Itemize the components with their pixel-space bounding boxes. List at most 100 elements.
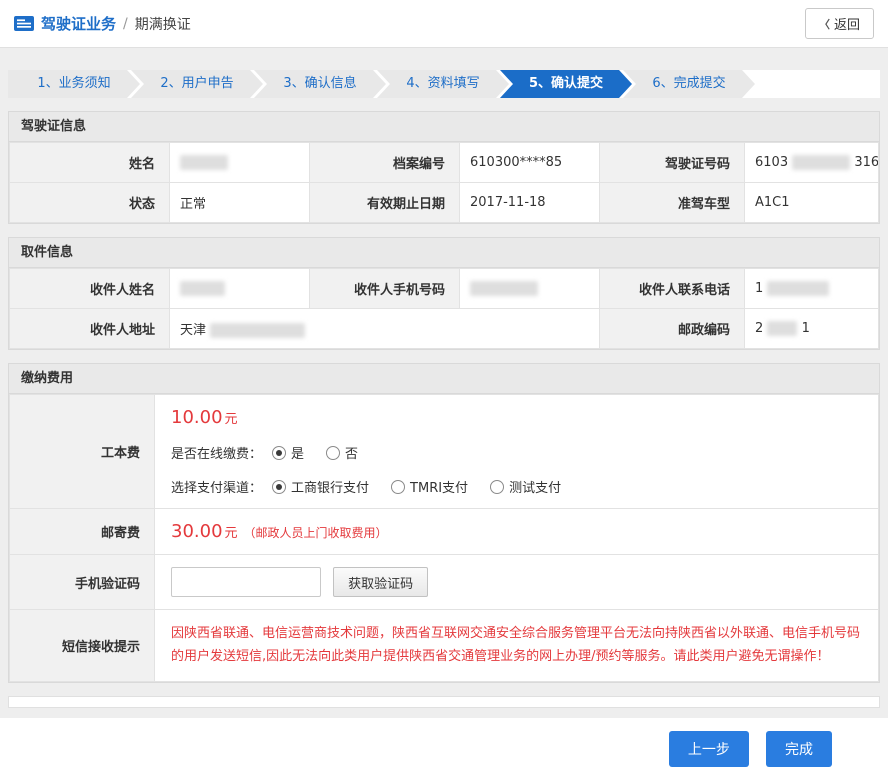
recipient-address-value: 天津 xyxy=(170,309,600,349)
channel-tmri-option[interactable]: TMRI支付 xyxy=(391,477,468,496)
online-pay-question: 是否在线缴费： xyxy=(171,443,262,462)
radio-checked-icon xyxy=(272,480,286,494)
redacted-zip-code xyxy=(767,321,797,336)
status-label: 状态 xyxy=(10,183,170,223)
back-button-label: 返回 xyxy=(834,14,860,33)
finish-button[interactable]: 完成 xyxy=(766,731,832,767)
pickup-info-title: 取件信息 xyxy=(9,238,879,268)
page-subtitle: 期满换证 xyxy=(135,14,191,34)
online-pay-yes-label: 是 xyxy=(291,443,304,462)
pickup-info-table: 收件人姓名 收件人手机号码 收件人联系电话 1 收件人地址 天津 邮政编码 2 … xyxy=(9,268,879,349)
bottom-strip xyxy=(8,696,880,708)
redacted-license-number xyxy=(792,155,850,170)
channel-icbc-option[interactable]: 工商银行支付 xyxy=(272,477,369,496)
license-info-table: 姓名 档案编号 610300****85 驾驶证号码 6103 3163X 状态… xyxy=(9,142,879,223)
radio-unchecked-icon xyxy=(326,446,340,460)
footer-action-bar: 上一步 完成 xyxy=(0,718,888,780)
redacted-recipient-phone xyxy=(767,281,829,296)
step-3-confirm-info[interactable]: 3、确认信息 xyxy=(254,70,386,98)
recipient-address-prefix: 天津 xyxy=(180,323,206,338)
breadcrumb: 驾驶证业务 / 期满换证 xyxy=(14,13,191,34)
id-card-icon xyxy=(14,16,34,31)
sms-tip-cell: 因陕西省联通、电信运营商技术问题，陕西省互联网交通安全综合服务管理平台无法向持陕… xyxy=(155,610,879,682)
license-info-title: 驾驶证信息 xyxy=(9,112,879,142)
table-row: 姓名 档案编号 610300****85 驾驶证号码 6103 3163X xyxy=(10,143,879,183)
get-code-button[interactable]: 获取验证码 xyxy=(333,567,428,597)
step-label: 2、用户申告 xyxy=(160,76,233,91)
back-button[interactable]: 〈 返回 xyxy=(805,8,874,39)
sms-tip-label: 短信接收提示 xyxy=(10,610,155,682)
online-pay-yes-option[interactable]: 是 xyxy=(272,443,304,462)
page-title: 驾驶证业务 xyxy=(41,13,116,34)
pay-channel-question: 选择支付渠道： xyxy=(171,477,262,496)
recipient-mobile-value xyxy=(460,269,600,309)
table-row: 收件人地址 天津 邮政编码 2 1 xyxy=(10,309,879,349)
postage-fee-cell: 30.00元 （邮政人员上门收取费用） xyxy=(155,509,879,555)
fee-unit: 元 xyxy=(225,412,238,427)
pickup-info-panel: 取件信息 收件人姓名 收件人手机号码 收件人联系电话 1 收件人地址 天津 邮政… xyxy=(8,237,880,350)
recipient-mobile-label: 收件人手机号码 xyxy=(310,269,460,309)
payment-title: 缴纳费用 xyxy=(9,364,879,394)
postage-unit: 元 xyxy=(225,526,238,541)
table-row: 邮寄费 30.00元 （邮政人员上门收取费用） xyxy=(10,509,879,555)
name-label: 姓名 xyxy=(10,143,170,183)
name-value xyxy=(170,143,310,183)
step-label: 4、资料填写 xyxy=(406,76,479,91)
channel-icbc-label: 工商银行支付 xyxy=(291,477,369,496)
table-row: 手机验证码 获取验证码 xyxy=(10,555,879,610)
license-number-suffix: 3163X xyxy=(854,155,878,170)
redacted-recipient-name xyxy=(180,281,225,296)
sms-code-cell: 获取验证码 xyxy=(155,555,879,610)
file-number-value: 610300****85 xyxy=(460,143,600,183)
payment-table: 工本费 10.00元 是否在线缴费： 是 否 选 xyxy=(9,394,879,682)
online-pay-question-row: 是否在线缴费： 是 否 xyxy=(171,443,862,462)
sms-code-label: 手机验证码 xyxy=(10,555,155,610)
zip-code-suffix: 1 xyxy=(802,321,810,336)
chevron-left-icon: 〈 xyxy=(819,16,830,32)
vehicle-class-value: A1C1 xyxy=(745,183,879,223)
recipient-phone-prefix: 1 xyxy=(755,281,763,296)
step-label: 3、确认信息 xyxy=(283,76,356,91)
recipient-phone-label: 收件人联系电话 xyxy=(600,269,745,309)
table-row: 收件人姓名 收件人手机号码 收件人联系电话 1 xyxy=(10,269,879,309)
header: 驾驶证业务 / 期满换证 〈 返回 xyxy=(0,0,888,48)
channel-test-option[interactable]: 测试支付 xyxy=(490,477,561,496)
breadcrumb-separator: / xyxy=(123,16,128,32)
step-label: 1、业务须知 xyxy=(37,76,110,91)
file-number-label: 档案编号 xyxy=(310,143,460,183)
step-1-business-notice[interactable]: 1、业务须知 xyxy=(8,70,140,98)
fee-amount: 10.00 xyxy=(171,407,223,428)
recipient-address-label: 收件人地址 xyxy=(10,309,170,349)
step-progress-bar: 1、业务须知 2、用户申告 3、确认信息 4、资料填写 5、确认提交 6、完成提… xyxy=(8,70,880,98)
radio-unchecked-icon xyxy=(391,480,405,494)
sms-code-input[interactable] xyxy=(171,567,321,597)
postage-fee-label: 邮寄费 xyxy=(10,509,155,555)
redacted-recipient-address xyxy=(210,323,305,338)
license-number-value: 6103 3163X xyxy=(745,143,879,183)
expiry-date-label: 有效期止日期 xyxy=(310,183,460,223)
postage-note: （邮政人员上门收取费用） xyxy=(244,526,388,540)
table-row: 状态 正常 有效期止日期 2017-11-18 准驾车型 A1C1 xyxy=(10,183,879,223)
previous-step-button[interactable]: 上一步 xyxy=(669,731,749,767)
zip-code-value: 2 1 xyxy=(745,309,879,349)
production-fee-price: 10.00元 xyxy=(171,407,862,428)
license-number-prefix: 6103 xyxy=(755,155,788,170)
recipient-phone-value: 1 xyxy=(745,269,879,309)
table-row: 工本费 10.00元 是否在线缴费： 是 否 选 xyxy=(10,395,879,509)
radio-unchecked-icon xyxy=(490,480,504,494)
postage-amount: 30.00 xyxy=(171,521,223,542)
table-row: 短信接收提示 因陕西省联通、电信运营商技术问题，陕西省互联网交通安全综合服务管理… xyxy=(10,610,879,682)
recipient-name-label: 收件人姓名 xyxy=(10,269,170,309)
status-value: 正常 xyxy=(170,183,310,223)
payment-panel: 缴纳费用 工本费 10.00元 是否在线缴费： 是 否 xyxy=(8,363,880,683)
step-6-complete-submit[interactable]: 6、完成提交 xyxy=(623,70,755,98)
recipient-name-value xyxy=(170,269,310,309)
step-4-fill-materials[interactable]: 4、资料填写 xyxy=(377,70,509,98)
step-label: 6、完成提交 xyxy=(652,76,725,91)
production-fee-cell: 10.00元 是否在线缴费： 是 否 选择支付渠道： xyxy=(155,395,879,509)
license-number-label: 驾驶证号码 xyxy=(600,143,745,183)
step-label: 5、确认提交 xyxy=(529,76,603,91)
step-5-confirm-submit[interactable]: 5、确认提交 xyxy=(500,70,632,98)
online-pay-no-option[interactable]: 否 xyxy=(326,443,358,462)
step-2-user-declaration[interactable]: 2、用户申告 xyxy=(131,70,263,98)
